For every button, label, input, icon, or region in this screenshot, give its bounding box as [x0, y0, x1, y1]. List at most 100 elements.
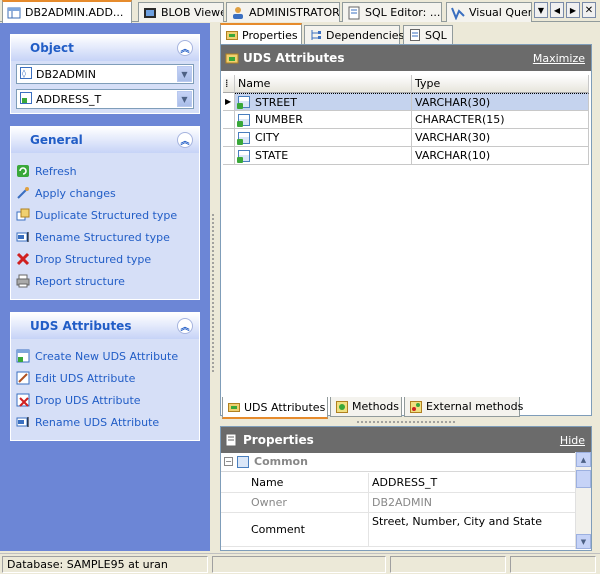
- object-panel-header[interactable]: Object ︽: [11, 35, 199, 61]
- tab-administrator[interactable]: ADMINISTRATOR: [226, 2, 340, 22]
- sql-editor-icon: [347, 6, 361, 20]
- splitter-grip: [211, 213, 215, 373]
- tab-visual-query[interactable]: Visual Query: [446, 2, 532, 22]
- chevron-up-icon[interactable]: ︽: [177, 318, 193, 334]
- table-row[interactable]: CITY VARCHAR(30): [223, 129, 589, 147]
- table-row[interactable]: NUMBER CHARACTER(15): [223, 111, 589, 129]
- rename-structured-type-link[interactable]: Rename Structured type: [16, 228, 170, 246]
- hide-link[interactable]: Hide: [560, 434, 585, 447]
- scroll-thumb[interactable]: [576, 470, 591, 488]
- tab-properties[interactable]: Properties: [220, 23, 302, 45]
- tab-uds-attributes[interactable]: UDS Attributes: [222, 397, 328, 419]
- create-uds-attribute-link[interactable]: Create New UDS Attribute: [16, 347, 178, 365]
- tab-blob-viewer[interactable]: BLOB Viewer: [138, 2, 224, 22]
- status-panel-3: [390, 556, 506, 573]
- report-structure-link[interactable]: Report structure: [16, 272, 125, 290]
- user-icon: [231, 6, 245, 20]
- tab-list-dropdown-button[interactable]: ▼: [534, 2, 548, 18]
- attribute-icon: [237, 113, 250, 127]
- visual-query-icon: [451, 6, 465, 21]
- table-row[interactable]: ▶ STREET VARCHAR(30): [223, 93, 589, 111]
- row-indicator: [223, 111, 235, 129]
- drop-structured-type-link[interactable]: Drop Structured type: [16, 250, 151, 268]
- duplicate-structured-type-link[interactable]: Duplicate Structured type: [16, 206, 177, 224]
- refresh-icon: [16, 164, 30, 178]
- uds-attributes-panel-header[interactable]: UDS Attributes ︽: [11, 313, 199, 339]
- database-select[interactable]: ◊ DB2ADMIN ▼: [16, 64, 194, 84]
- uds-attributes-panel-title: UDS Attributes: [30, 319, 132, 333]
- close-tab-button[interactable]: ✕: [582, 2, 596, 18]
- general-panel: General ︽ Refresh Apply changes Duplicat…: [10, 126, 200, 300]
- object-panel-title: Object: [30, 41, 74, 55]
- properties-section-header: Properties Hide: [221, 427, 591, 453]
- edit-icon: [16, 371, 30, 385]
- database-icon: ◊: [20, 66, 32, 82]
- maximize-link[interactable]: Maximize: [533, 52, 585, 65]
- tab-db2admin-address[interactable]: DB2ADMIN.ADD...: [2, 0, 132, 23]
- rename-uds-attribute-link[interactable]: Rename UDS Attribute: [16, 413, 159, 431]
- chevron-down-icon[interactable]: ▼: [177, 66, 192, 82]
- close-icon: ✕: [584, 4, 594, 16]
- scroll-down-icon[interactable]: ▼: [576, 534, 591, 549]
- tab-methods[interactable]: Methods: [330, 397, 402, 417]
- property-category-label: Common: [254, 455, 308, 468]
- attribute-type-cell[interactable]: CHARACTER(15): [412, 111, 589, 129]
- property-category-row[interactable]: − Common: [221, 452, 577, 472]
- structured-type-icon: [20, 91, 32, 107]
- tab-scroll-right-button[interactable]: ▶: [566, 2, 580, 18]
- object-select-value: ADDRESS_T: [36, 92, 102, 106]
- tab-sql-editor[interactable]: SQL Editor: ...: [342, 2, 442, 22]
- attribute-name-cell[interactable]: CITY: [235, 129, 412, 147]
- tab-external-methods[interactable]: External methods: [404, 397, 523, 417]
- attribute-name-cell[interactable]: NUMBER: [235, 111, 412, 129]
- attribute-type-cell[interactable]: VARCHAR(30): [412, 129, 589, 147]
- folder-icon: [228, 401, 240, 413]
- property-value-name[interactable]: ADDRESS_T: [369, 473, 577, 492]
- tab-dependencies[interactable]: Dependencies: [304, 25, 404, 44]
- collapse-minus-icon[interactable]: −: [224, 457, 233, 466]
- object-select[interactable]: ADDRESS_T ▼: [16, 89, 194, 109]
- status-database: Database: SAMPLE95 at uran: [2, 556, 208, 573]
- horizontal-splitter[interactable]: [356, 420, 456, 424]
- attribute-type-cell[interactable]: VARCHAR(10): [412, 147, 589, 165]
- tab-sql[interactable]: SQL: [403, 25, 453, 44]
- attribute-type-cell[interactable]: VARCHAR(30): [412, 93, 589, 111]
- sql-icon: [409, 29, 421, 41]
- property-value-owner: DB2ADMIN: [372, 496, 432, 509]
- apply-icon: [16, 186, 30, 200]
- properties-section-title: Properties: [243, 433, 314, 447]
- property-row-name[interactable]: Name ADDRESS_T: [221, 473, 577, 493]
- create-icon: [16, 349, 30, 363]
- attribute-name-cell[interactable]: STATE: [235, 147, 412, 165]
- editor-area: Properties Dependencies SQL UDS Attribut…: [216, 23, 600, 551]
- status-panel-4: [510, 556, 596, 573]
- chevron-up-icon[interactable]: ︽: [177, 40, 193, 56]
- folder-icon: [225, 51, 239, 65]
- column-header-type[interactable]: Type: [412, 75, 589, 93]
- attribute-name-cell[interactable]: STREET: [235, 93, 412, 111]
- general-panel-header[interactable]: General ︽: [11, 127, 199, 153]
- property-row-comment[interactable]: Comment Street, Number, City and State: [221, 513, 577, 547]
- uds-attributes-panel: UDS Attributes ︽ Create New UDS Attribut…: [10, 312, 200, 441]
- navigation-bar: Object ︽ ◊ DB2ADMIN ▼ ADDRESS_T ▼ Genera…: [0, 23, 210, 551]
- drop-uds-attribute-link[interactable]: Drop UDS Attribute: [16, 391, 141, 409]
- dependencies-icon: [310, 29, 322, 41]
- tab-scroll-left-button[interactable]: ◀: [550, 2, 564, 18]
- scroll-up-icon[interactable]: ▲: [576, 452, 591, 467]
- vertical-scrollbar[interactable]: ▲ ▼: [575, 452, 591, 549]
- edit-uds-attribute-link[interactable]: Edit UDS Attribute: [16, 369, 135, 387]
- triangle-right-icon: ▶: [569, 5, 577, 15]
- refresh-link[interactable]: Refresh: [16, 162, 77, 180]
- chevron-down-icon[interactable]: ▼: [177, 91, 192, 107]
- property-row-owner[interactable]: Owner DB2ADMIN: [221, 493, 577, 513]
- duplicate-icon: [16, 208, 30, 222]
- svg-text:◊: ◊: [22, 69, 26, 78]
- property-key: Name: [221, 473, 369, 492]
- column-header-name[interactable]: Name: [235, 75, 412, 93]
- apply-changes-link[interactable]: Apply changes: [16, 184, 116, 202]
- property-value-comment[interactable]: Street, Number, City and State: [369, 513, 577, 546]
- table-row[interactable]: STATE VARCHAR(10): [223, 147, 589, 165]
- grid-options-icon[interactable]: ⁞: [223, 75, 235, 93]
- chevron-up-icon[interactable]: ︽: [177, 132, 193, 148]
- bottom-tab-bar: UDS Attributes Methods External methods: [220, 397, 592, 419]
